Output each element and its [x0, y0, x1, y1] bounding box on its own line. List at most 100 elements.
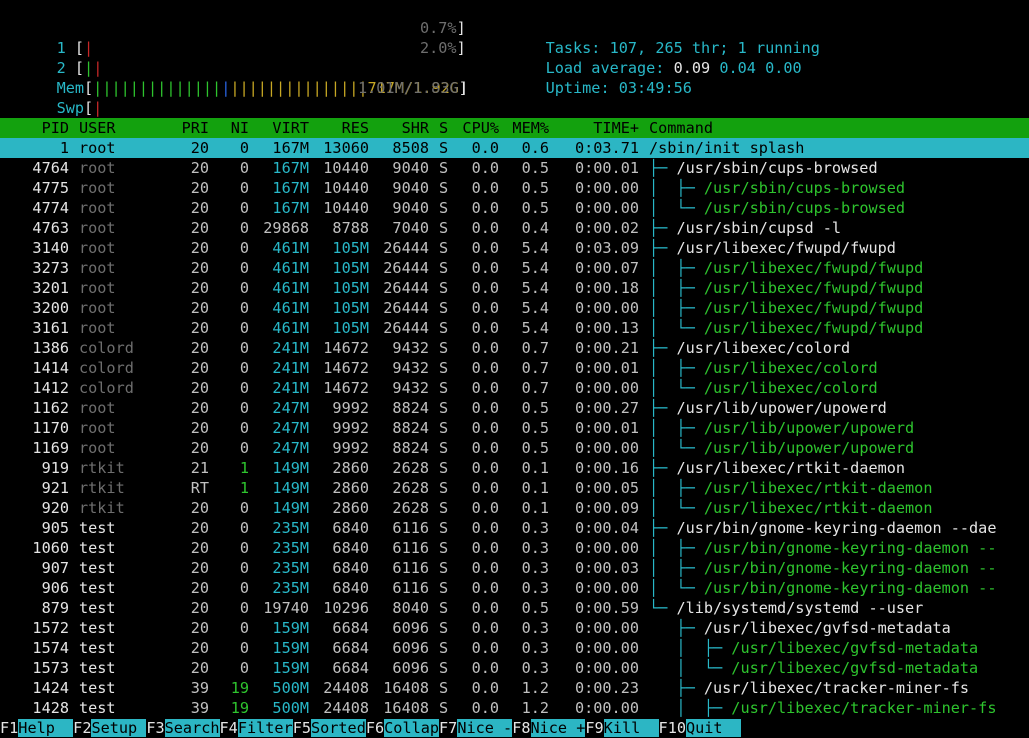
col-shr: 9040: [392, 199, 429, 217]
col-ni: 0: [239, 159, 249, 177]
command-text: /usr/bin/gnome-keyring-daemon --dae: [676, 519, 997, 537]
fkey-label-f7[interactable]: Nice -: [457, 719, 513, 737]
col-mem: 0.1: [521, 479, 549, 497]
col-state: S: [439, 159, 449, 177]
fkey-label-f2[interactable]: Setup: [91, 719, 147, 737]
fkey-label-f1[interactable]: Help: [18, 719, 74, 737]
tree-branch: │ ├─: [649, 479, 704, 497]
col-pid: 1: [59, 139, 69, 157]
col-mem: 5.4: [521, 279, 549, 297]
col-ni: 0: [239, 279, 249, 297]
col-user: root: [79, 139, 116, 157]
fkey-f1[interactable]: F1: [0, 719, 19, 737]
col-shr: 6116: [392, 559, 429, 577]
col-shr: 2628: [392, 459, 429, 477]
tree-branch: │ └─: [649, 439, 704, 457]
swap-meter: Swp[|: [56, 99, 103, 117]
col-command: │ ├─ /usr/libexec/fwupd/fwupd: [649, 278, 923, 298]
col-virt: 167M: [272, 179, 309, 197]
fkey-label-f3[interactable]: Search: [164, 719, 220, 737]
fkey-f3[interactable]: F3: [146, 719, 165, 737]
fkey-label-f10[interactable]: Quit: [685, 719, 741, 737]
col-mem: 0.5: [521, 199, 549, 217]
col-command: │ ├─ /usr/bin/gnome-keyring-daemon --: [649, 558, 996, 578]
col-user: colord: [79, 379, 134, 397]
col-virt: 167M: [272, 159, 309, 177]
fkey-f5[interactable]: F5: [292, 719, 311, 737]
fkey-label-f5[interactable]: Sorted: [310, 719, 366, 737]
col-mem: 0.3: [521, 559, 549, 577]
col-virt: 235M: [272, 539, 309, 557]
fkey-f8[interactable]: F8: [512, 719, 531, 737]
col-time: 0:00.00: [574, 439, 639, 457]
col-mem: 5.4: [521, 319, 549, 337]
fkey-f4[interactable]: F4: [219, 719, 238, 737]
col-command: ├─ /usr/libexec/fwupd/fwupd: [649, 238, 896, 258]
fkey-f7[interactable]: F7: [439, 719, 458, 737]
fkey-label-f9[interactable]: Kill: [603, 719, 659, 737]
col-pid: 1574: [32, 639, 69, 657]
col-virt: 167M: [272, 199, 309, 217]
col-res: 105M: [332, 239, 369, 257]
col-shr: 9432: [392, 379, 429, 397]
process-row[interactable]: [0, 338, 1029, 358]
col-virt: 19740: [263, 599, 309, 617]
col-time: 0:00.07: [574, 259, 639, 277]
col-virt: 159M: [272, 659, 309, 677]
col-pid: 4774: [32, 199, 69, 217]
col-command: │ ├─ /usr/libexec/gvfsd-metadata: [649, 638, 978, 658]
col-command: │ ├─ /usr/libexec/colord: [649, 358, 878, 378]
col-pid: 4775: [32, 179, 69, 197]
col-time: 0:00.00: [574, 659, 639, 677]
process-row[interactable]: [0, 218, 1029, 238]
col-state: S: [439, 199, 449, 217]
col-pid: 907: [41, 559, 69, 577]
fkey-f2[interactable]: F2: [73, 719, 92, 737]
process-row[interactable]: [0, 138, 1029, 158]
col-time: 0:00.18: [574, 279, 639, 297]
col-user: rtkit: [79, 459, 125, 477]
col-user: test: [79, 579, 116, 597]
col-state: S: [439, 279, 449, 297]
col-mem: 5.4: [521, 259, 549, 277]
fkey-f9[interactable]: F9: [585, 719, 604, 737]
col-shr: 9432: [392, 359, 429, 377]
col-res: 105M: [332, 319, 369, 337]
col-res: 105M: [332, 299, 369, 317]
col-res: 6840: [332, 519, 369, 537]
col-virt: 247M: [272, 419, 309, 437]
col-user: root: [79, 159, 116, 177]
col-virt: 235M: [272, 519, 309, 537]
tree-branch: │ ├─: [649, 179, 704, 197]
fkey-label-f4[interactable]: Filter: [237, 719, 293, 737]
col-cpu: 0.0: [471, 179, 499, 197]
col-pid: 905: [41, 519, 69, 537]
col-user: root: [79, 299, 116, 317]
col-res: 24408: [323, 699, 369, 717]
fkey-f6[interactable]: F6: [365, 719, 385, 737]
col-ni: 0: [239, 399, 249, 417]
col-state: S: [439, 459, 449, 477]
col-mem: 0.5: [521, 179, 549, 197]
col-shr: 16408: [383, 679, 429, 697]
col-ni: 0: [239, 579, 249, 597]
col-shr: 26444: [383, 239, 429, 257]
tree-branch: │ └─: [649, 379, 704, 397]
col-pid: 906: [41, 579, 69, 597]
col-mem: 1.2: [521, 679, 549, 697]
col-pid: 3273: [32, 259, 69, 277]
fkey-label-f8[interactable]: Nice +: [530, 719, 586, 737]
col-command: ├─ /usr/libexec/tracker-miner-fs: [649, 678, 969, 698]
cpu1-meter: 1 [|: [56, 39, 94, 57]
mem-meter: Mem[||||||||||||||||||||||||||||||717M/1…: [56, 79, 469, 97]
col-virt: 247M: [272, 439, 309, 457]
col-pid: 3200: [32, 299, 69, 317]
col-ni: 0: [239, 259, 249, 277]
col-pid: 3201: [32, 279, 69, 297]
col-user: test: [79, 559, 116, 577]
fkey-f10[interactable]: F10: [658, 719, 686, 737]
fkey-label-f6[interactable]: Collap: [384, 719, 440, 737]
col-shr: 6116: [392, 579, 429, 597]
col-res: 6840: [332, 579, 369, 597]
command-text: /usr/libexec/rtkit-daemon: [703, 479, 933, 497]
